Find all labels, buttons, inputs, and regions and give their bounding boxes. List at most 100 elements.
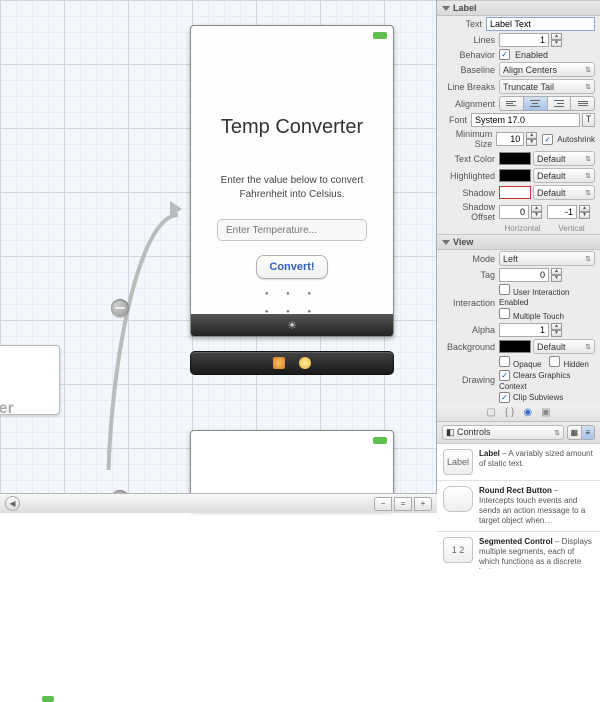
battery-icon [373, 32, 387, 39]
checkbox-label: Hidden [563, 360, 588, 369]
segue-port[interactable] [111, 299, 129, 317]
shadow-select[interactable]: Default⇅ [533, 185, 595, 200]
scene-dock[interactable] [190, 351, 394, 375]
baseline-select[interactable]: Align Centers⇅ [499, 62, 595, 77]
convert-button[interactable]: Convert! [256, 255, 327, 279]
shadow-v-field[interactable] [547, 205, 577, 219]
bg-select[interactable]: Default⇅ [533, 339, 595, 354]
font-field[interactable] [471, 113, 580, 127]
library-item-segmented-control[interactable]: 1 2Segmented Control – Displays multiple… [437, 532, 600, 569]
file-templates-tab[interactable]: ▢ [486, 407, 495, 418]
stepper[interactable]: ▲▼ [551, 33, 562, 47]
code-snippets-tab[interactable]: { } [505, 407, 514, 418]
library-item-round-rect-button[interactable]: Round Rect Button – Intercepts touch eve… [437, 481, 600, 532]
field-label: Alignment [437, 99, 499, 109]
mode-select[interactable]: Left⇅ [499, 251, 595, 266]
title-label[interactable]: Temp Converter [191, 116, 393, 139]
opaque-checkbox[interactable] [499, 356, 510, 367]
bg-swatch[interactable] [499, 340, 531, 353]
stepper[interactable]: ▲▼ [531, 205, 542, 219]
mt-checkbox[interactable] [499, 308, 510, 319]
align-justify-button[interactable] [571, 96, 595, 111]
button-icon [443, 486, 473, 512]
textcolor-select[interactable]: Default⇅ [533, 151, 595, 166]
tag-field[interactable] [499, 268, 549, 282]
highlighted-select[interactable]: Default⇅ [533, 168, 595, 183]
field-label: Background [437, 342, 499, 352]
storyboard-canvas[interactable]: oller Temp Converter Enter the value bel… [0, 0, 437, 513]
zoom-controls: − = + [374, 497, 432, 511]
align-right-button[interactable] [548, 96, 572, 111]
view-controller-icon[interactable] [273, 357, 285, 369]
textcolor-swatch[interactable] [499, 152, 531, 165]
field-label: Mode [437, 254, 499, 264]
selection-handles-icon: ● ● ● [191, 291, 393, 297]
uie-checkbox[interactable] [499, 284, 510, 295]
zoom-out-button[interactable]: − [374, 497, 392, 511]
other-vc-label: oller [0, 400, 14, 418]
canvas-bottom-bar: ◀ − = + [0, 493, 437, 513]
list-view-button[interactable]: ≡ [582, 425, 596, 440]
segmented-icon: 1 2 [443, 537, 473, 563]
lines-field[interactable] [499, 33, 549, 47]
stepper[interactable]: ▲▼ [526, 132, 537, 146]
clip-checkbox[interactable]: ✓ [499, 392, 510, 403]
align-center-button[interactable] [524, 96, 548, 111]
battery-icon [373, 437, 387, 444]
field-label: Minimum Size [437, 129, 496, 149]
object-library-list[interactable]: LabelLabel – A variably sized amount of … [437, 444, 600, 569]
stepper[interactable]: ▲▼ [551, 268, 562, 282]
library-view-toggle[interactable]: ▦≡ [567, 425, 595, 440]
text-field[interactable] [486, 17, 595, 31]
enabled-checkbox[interactable]: ✓ [499, 49, 510, 60]
field-label: Lines [437, 35, 499, 45]
iphone-scene[interactable]: Temp Converter Enter the value below to … [190, 25, 394, 337]
section-label[interactable]: Label [437, 0, 600, 16]
hidden-checkbox[interactable] [549, 356, 560, 367]
field-label: Text Color [437, 154, 499, 164]
stepper[interactable]: ▲▼ [579, 205, 590, 219]
field-label: Behavior [437, 50, 499, 60]
shadow-h-field[interactable] [499, 205, 529, 219]
grid-view-button[interactable]: ▦ [567, 425, 582, 440]
minsize-field[interactable] [496, 132, 524, 146]
field-label: Alpha [437, 325, 499, 335]
shadow-swatch[interactable] [499, 186, 531, 199]
autoshrink-checkbox[interactable]: ✓ [542, 134, 553, 145]
media-tab[interactable]: ▣ [541, 407, 550, 418]
label-icon: Label [443, 449, 473, 475]
checkbox-label: Opaque [513, 360, 541, 369]
highlighted-swatch[interactable] [499, 169, 531, 182]
home-bar: ☀ [191, 314, 393, 336]
checkbox-label: Autoshrink [557, 135, 595, 144]
clears-checkbox[interactable]: ✓ [499, 370, 510, 381]
field-label: Highlighted [437, 171, 499, 181]
align-left-button[interactable] [499, 96, 524, 111]
library-scope-select[interactable]: ◧ Controls⇅ [442, 425, 564, 440]
field-label: Drawing [437, 375, 499, 385]
segue-arrowhead-icon [170, 201, 182, 217]
field-label: Interaction [437, 298, 499, 308]
library-filter-bar: ◧ Controls⇅ ▦≡ [437, 422, 600, 444]
section-view[interactable]: View [437, 234, 600, 250]
alpha-field[interactable] [499, 323, 549, 337]
sub-label: Vertical [548, 224, 595, 233]
linebreaks-select[interactable]: Truncate Tail⇅ [499, 79, 595, 94]
zoom-actual-button[interactable]: = [394, 497, 412, 511]
field-label: Tag [437, 270, 499, 280]
subtitle-label[interactable]: Enter the value below to convertFahrenhe… [191, 174, 393, 201]
first-responder-icon[interactable] [299, 357, 311, 369]
field-label: Text [437, 19, 486, 29]
field-label: Font [437, 115, 471, 125]
alignment-segmented[interactable] [499, 96, 595, 111]
font-picker-button[interactable]: T [582, 113, 595, 127]
objects-tab[interactable]: ◉ [523, 407, 532, 418]
disclosure-icon [442, 240, 450, 245]
zoom-in-button[interactable]: + [414, 497, 432, 511]
segue-curve [88, 210, 178, 470]
temperature-input[interactable] [217, 219, 367, 241]
outline-toggle-button[interactable]: ◀ [5, 496, 20, 511]
stepper[interactable]: ▲▼ [551, 323, 562, 337]
library-item-label[interactable]: LabelLabel – A variably sized amount of … [437, 444, 600, 481]
field-label: Shadow [437, 188, 499, 198]
